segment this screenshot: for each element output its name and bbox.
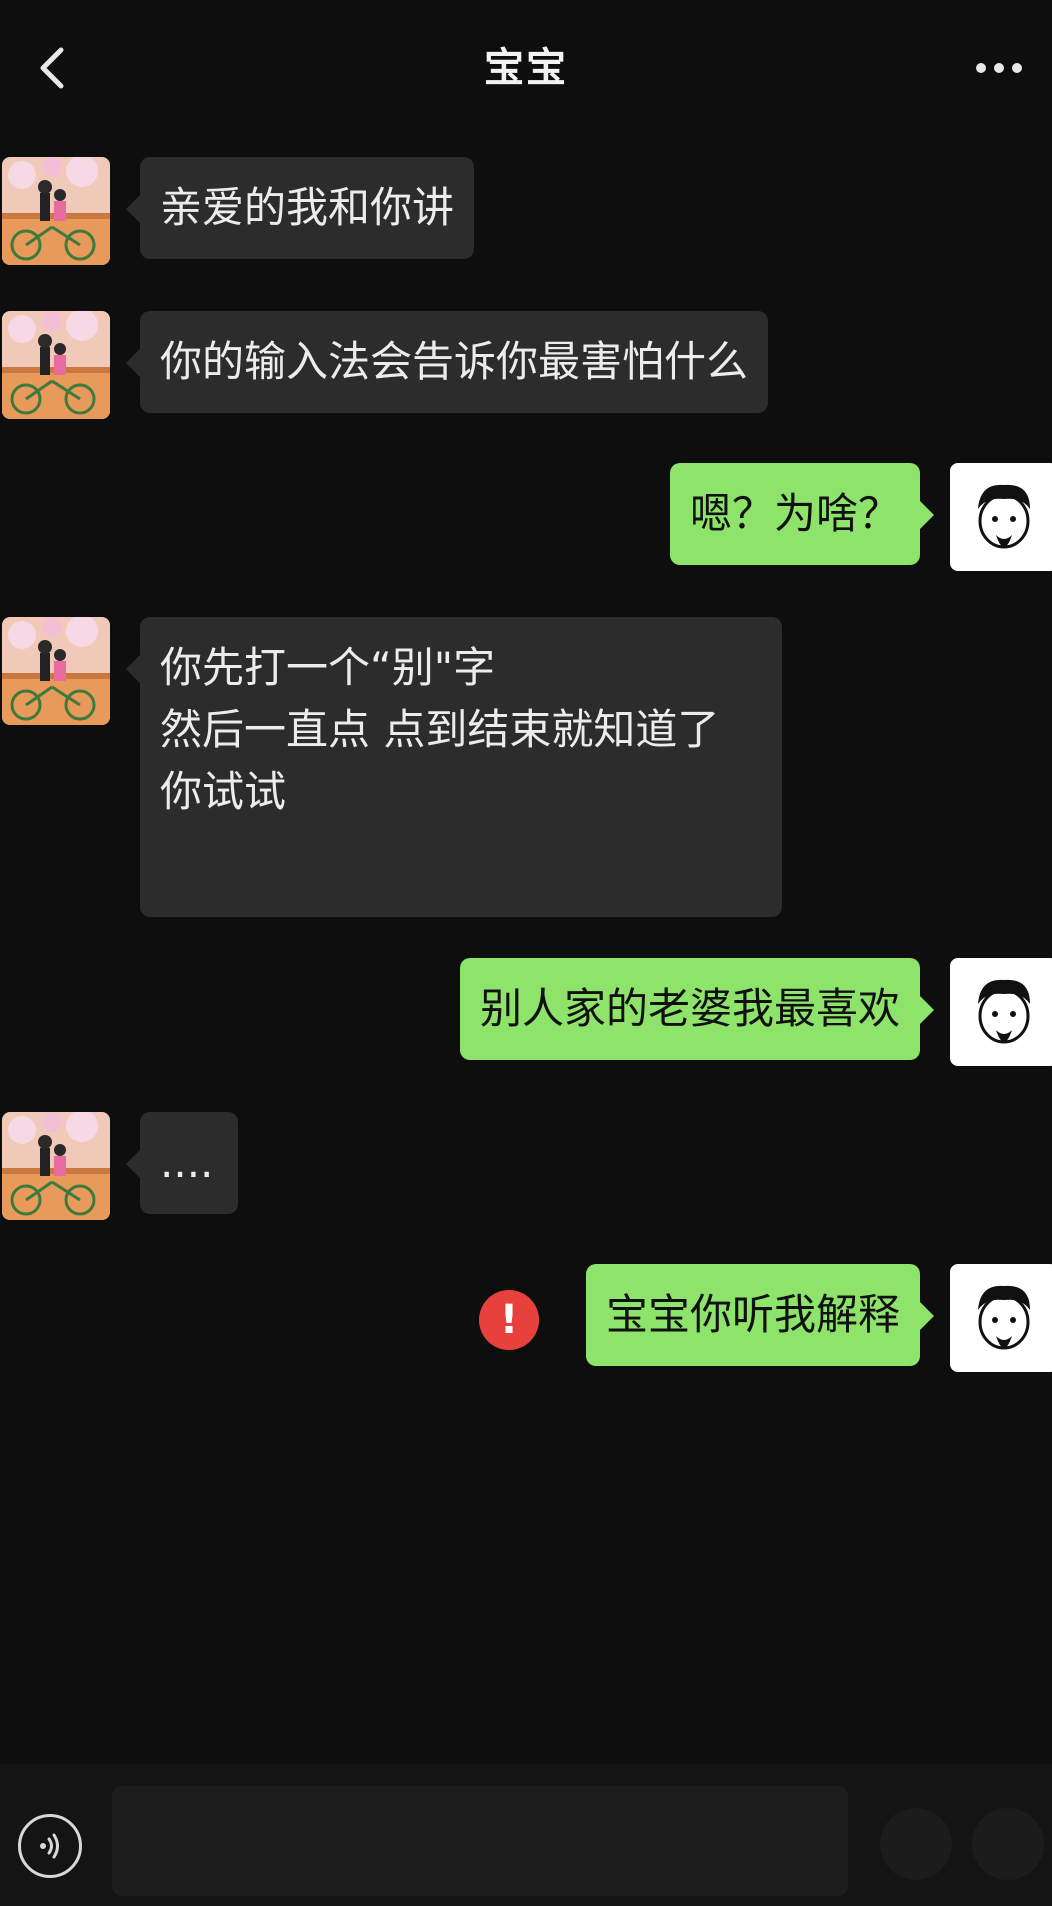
my-avatar[interactable] [950,1264,1052,1372]
contact-avatar[interactable] [2,617,110,725]
couple-bicycle-avatar-icon [2,311,110,419]
voice-input-icon [40,1833,59,1859]
contact-avatar[interactable] [2,1112,110,1220]
message-bubble-outgoing[interactable]: 宝宝你听我解释 [585,1264,935,1366]
my-avatar[interactable] [950,958,1052,1066]
cartoon-face-avatar-icon [950,463,1052,571]
emoji-button[interactable] [880,1808,952,1880]
contact-avatar[interactable] [2,157,110,265]
chat-title: 宝宝 [484,45,568,91]
message-bubble-incoming[interactable]: .... [126,1112,238,1214]
message-bubble-incoming[interactable]: 你的输入法会告诉你最害怕什么 [125,311,769,413]
message-input[interactable] [112,1786,848,1896]
chat-header: 宝宝 [0,0,1052,136]
send-failed-icon[interactable]: ! [479,1290,539,1350]
cartoon-face-avatar-icon [950,1264,1052,1372]
more-functions-button[interactable] [972,1808,1044,1880]
couple-bicycle-avatar-icon [2,1112,110,1220]
more-dots-icon [976,63,1022,73]
message-bubble-outgoing[interactable]: 别人家的老婆我最喜欢 [459,958,935,1060]
chat-input-bar [0,1764,1052,1906]
my-avatar[interactable] [950,463,1052,571]
couple-bicycle-avatar-icon [2,617,110,725]
message-bubble-outgoing[interactable]: 嗯？为啥？ [669,463,935,565]
message-bubble-incoming[interactable]: 你先打一个“别"字 然后一直点 点到结束就知道了 你试试 [126,617,782,917]
message-bubble-incoming[interactable]: 亲爱的我和你讲 [125,157,475,259]
couple-bicycle-avatar-icon [2,157,110,265]
more-button[interactable] [964,38,1034,98]
voice-input-button[interactable] [18,1814,82,1878]
cartoon-face-avatar-icon [950,958,1052,1066]
contact-avatar[interactable] [2,311,110,419]
